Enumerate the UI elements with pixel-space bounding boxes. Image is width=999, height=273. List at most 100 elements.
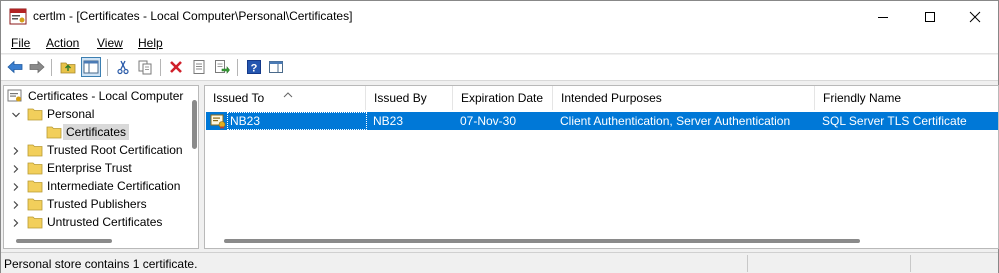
title-bar[interactable]: certlm - [Certificates - Local Computer\… (1, 1, 998, 32)
up-one-level-button[interactable] (58, 57, 78, 77)
tree-vertical-scroll-thumb[interactable] (192, 100, 197, 149)
folder-icon (27, 179, 43, 193)
tree-label-enterprise-trust: Enterprise Trust (47, 161, 132, 175)
cell-issued-by: NB23 (373, 114, 404, 128)
toolbar-separator (160, 59, 161, 76)
tree-item-personal[interactable]: Personal (4, 105, 189, 123)
column-label-issued-by: Issued By (374, 91, 427, 105)
menu-help[interactable]: Help (138, 36, 163, 50)
tree-label-trusted-publishers: Trusted Publishers (47, 197, 147, 211)
help-button[interactable]: ? (244, 57, 264, 77)
chevron-down-icon[interactable] (11, 109, 21, 119)
column-header-issued-to[interactable]: Issued To (205, 86, 366, 110)
status-bar-divider (747, 255, 748, 272)
cell-issued-to: NB23 (230, 114, 261, 128)
toolbar-separator (107, 59, 108, 76)
tree-item-intermediate[interactable]: Intermediate Certification (4, 177, 189, 195)
list-horizontal-scroll-thumb[interactable] (224, 239, 860, 243)
column-header-issued-by[interactable]: Issued By (366, 86, 453, 110)
toolbar: ? (1, 55, 998, 81)
tree-vertical-scrollbar[interactable] (189, 86, 198, 235)
maximize-button[interactable] (907, 1, 953, 32)
table-row[interactable]: NB23 NB23 07-Nov-30 Client Authenticatio… (206, 112, 998, 130)
cell-expiration-date: 07-Nov-30 (460, 114, 517, 128)
menu-view-label: View (97, 36, 123, 50)
cell-intended-purposes: Client Authentication, Server Authentica… (560, 114, 791, 128)
column-label-friendly-name: Friendly Name (823, 91, 902, 105)
forward-icon (29, 60, 45, 74)
close-icon (969, 11, 981, 22)
copy-button[interactable] (135, 57, 155, 77)
cut-button[interactable] (113, 57, 133, 77)
show-action-pane-icon (269, 61, 283, 73)
chevron-right-icon[interactable] (11, 163, 21, 173)
chevron-right-icon[interactable] (11, 199, 21, 209)
properties-icon (193, 60, 205, 74)
show-hide-console-tree-icon (83, 60, 99, 74)
certificate-manager-icon (9, 8, 27, 25)
status-bar: Personal store contains 1 certificate. (1, 252, 998, 273)
menu-file[interactable]: File (11, 36, 30, 50)
chevron-right-icon[interactable] (11, 217, 21, 227)
certificate-icon (210, 113, 226, 129)
show-hide-console-tree-button[interactable] (81, 57, 101, 77)
up-folder-icon (60, 62, 76, 74)
copy-icon (138, 60, 152, 75)
sort-ascending-icon (283, 87, 293, 101)
back-icon (7, 60, 23, 74)
delete-button[interactable] (166, 57, 186, 77)
tree-item-trusted-publishers[interactable]: Trusted Publishers (4, 195, 189, 213)
minimize-button[interactable] (860, 1, 906, 32)
show-action-pane-button[interactable] (266, 57, 286, 77)
chevron-right-icon[interactable] (11, 145, 21, 155)
maximize-icon (925, 11, 935, 22)
window-title: certlm - [Certificates - Local Computer\… (33, 9, 353, 23)
column-label-intended-purposes: Intended Purposes (561, 91, 662, 105)
folder-icon (27, 215, 43, 229)
column-label-expiration-date: Expiration Date (461, 91, 544, 105)
close-button[interactable] (952, 1, 998, 32)
export-list-button[interactable] (212, 57, 232, 77)
menu-action[interactable]: Action (46, 36, 79, 50)
tree-label-root: Certificates - Local Computer (28, 89, 184, 103)
forward-button[interactable] (27, 57, 47, 77)
column-header-friendly-name[interactable]: Friendly Name (815, 86, 998, 110)
status-bar-divider (910, 255, 911, 272)
menu-action-label: Action (46, 36, 80, 50)
tree-item-untrusted[interactable]: Untrusted Certificates (4, 213, 189, 231)
toolbar-separator (51, 59, 52, 76)
folder-icon (27, 161, 43, 175)
status-text: Personal store contains 1 certificate. (4, 257, 198, 271)
folder-icon (27, 197, 43, 211)
column-header-intended-purposes[interactable]: Intended Purposes (553, 86, 815, 110)
tree-label-certificates: Certificates (63, 124, 130, 140)
tree-horizontal-scroll-thumb[interactable] (16, 239, 112, 243)
cell-friendly-name: SQL Server TLS Certificate (822, 114, 967, 128)
certificate-list[interactable]: Issued To Issued By Expiration Date Inte… (204, 85, 999, 249)
menu-file-label: File (11, 36, 31, 50)
folder-icon (27, 143, 43, 157)
export-list-icon (215, 60, 230, 74)
toolbar-separator (237, 59, 238, 76)
folder-icon (27, 107, 43, 121)
certificates-snapin-icon (7, 89, 23, 103)
tree-label-untrusted: Untrusted Certificates (47, 215, 163, 229)
tree-item-certificates[interactable]: Certificates (4, 123, 189, 141)
back-button[interactable] (5, 57, 25, 77)
console-tree[interactable]: Certificates - Local Computer Personal C… (3, 85, 199, 249)
menu-help-label: Help (138, 36, 163, 50)
menu-bar: File Action View Help (1, 32, 998, 54)
certlm-window: certlm - [Certificates - Local Computer\… (0, 0, 999, 273)
tree-item-enterprise-trust[interactable]: Enterprise Trust (4, 159, 189, 177)
delete-icon (170, 61, 182, 73)
chevron-right-icon[interactable] (11, 181, 21, 191)
column-header-expiration-date[interactable]: Expiration Date (453, 86, 553, 110)
properties-button[interactable] (189, 57, 209, 77)
tree-label-trusted-root: Trusted Root Certification (47, 143, 183, 157)
svg-text:?: ? (251, 63, 258, 75)
tree-item-root[interactable]: Certificates - Local Computer (4, 87, 189, 105)
menu-view[interactable]: View (97, 36, 123, 50)
tree-item-trusted-root[interactable]: Trusted Root Certification (4, 141, 189, 159)
column-label-issued-to: Issued To (213, 91, 265, 105)
cut-icon (117, 60, 129, 75)
